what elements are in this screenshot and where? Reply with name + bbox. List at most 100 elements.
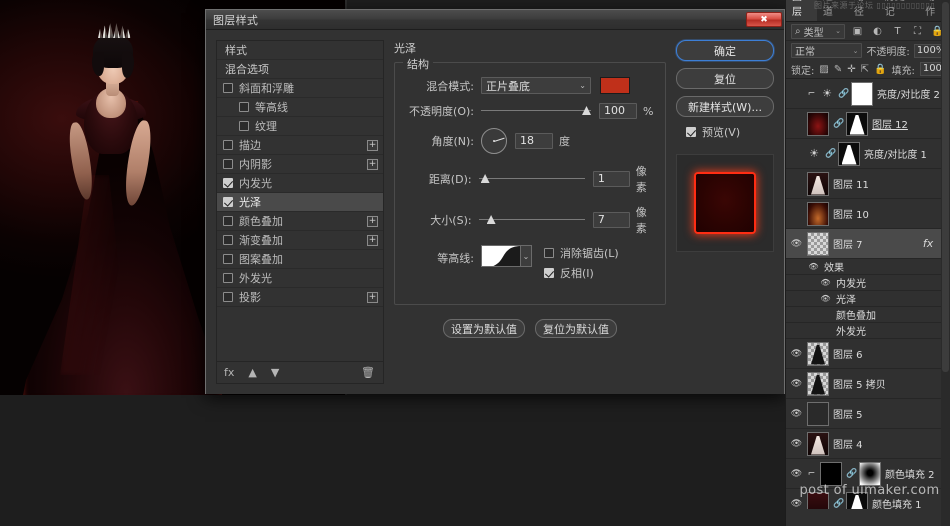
style-item-11[interactable]: 投影 + [217,288,383,307]
styles-list-header[interactable]: 样式 [217,41,383,60]
visibility-toggle-icon[interactable]: 👁 [790,379,803,389]
style-item-checkbox[interactable] [223,235,233,245]
blending-options-item[interactable]: 混合选项 [217,60,383,79]
ok-button[interactable]: 确定 [676,40,774,61]
layer-thumbnail[interactable] [807,231,829,256]
layer-thumbnail[interactable] [820,461,842,486]
reset-button[interactable]: 复位 [676,68,774,89]
layer-row[interactable]: 👁 图层 6 [786,339,950,369]
visibility-toggle-icon[interactable]: 👁 [790,239,803,249]
opacity-slider[interactable] [481,104,591,118]
visibility-toggle-icon[interactable]: 👁 [790,469,803,479]
dialog-titlebar[interactable]: 图层样式 ✖ [206,10,784,30]
lock-transparency-icon[interactable]: ▨ [819,62,828,76]
layer-name[interactable]: 图层 10 [833,206,946,221]
layer-name[interactable]: 亮度/对比度 1 [864,146,946,161]
layer-name[interactable]: 颜色填充 1 [872,496,946,509]
layer-row[interactable]: 图层 11 [786,169,950,199]
size-slider[interactable] [478,213,585,227]
layer-row[interactable]: 图层 10 [786,199,950,229]
fx-icon[interactable]: fx [224,366,234,379]
add-effect-icon[interactable]: + [367,216,378,227]
layer-name[interactable]: 图层 12 [872,116,946,131]
link-icon[interactable]: 🔗 [833,119,844,129]
layer-thumbnail[interactable] [807,401,829,426]
layer-blend-mode-select[interactable]: 正常 ⌄ [791,43,863,58]
layer-row[interactable]: ⌐ ☀ 🔗 亮度/对比度 2 [786,79,950,109]
move-down-icon[interactable]: ▼ [271,366,279,379]
shape-filter-icon[interactable]: ⛶ [910,24,925,38]
style-item-checkbox[interactable] [239,102,249,112]
blend-mode-select[interactable]: 正片叠底 ⌄ [481,77,591,94]
text-filter-icon[interactable]: T [890,24,905,38]
image-filter-icon[interactable]: ▣ [850,24,865,38]
style-item-1[interactable]: 等高线 [217,98,383,117]
style-item-checkbox[interactable] [223,159,233,169]
visibility-toggle-icon[interactable]: 👁 [790,349,803,359]
style-item-3[interactable]: 描边 + [217,136,383,155]
layer-name[interactable]: 亮度/对比度 2 [877,86,946,101]
layer-thumbnail[interactable] [807,171,829,196]
visibility-toggle-icon[interactable]: 👁 [790,409,803,419]
angle-input[interactable]: 18 [515,133,553,149]
visibility-toggle-icon[interactable]: 👁 [790,499,803,509]
move-up-icon[interactable]: ▲ [248,366,256,379]
style-item-checkbox[interactable] [239,121,249,131]
layer-row[interactable]: 👁 图层 5 拷贝 [786,369,950,399]
preview-row[interactable]: 预览(V) [686,124,776,140]
style-item-7[interactable]: 颜色叠加 + [217,212,383,231]
style-item-checkbox[interactable] [223,292,233,302]
layer-name[interactable]: 图层 6 [833,346,946,361]
style-item-checkbox[interactable] [223,178,233,188]
tab-0[interactable]: 图层 [786,0,817,21]
layer-row[interactable]: 👁 图层 5 [786,399,950,429]
layer-row[interactable]: 👁图层 7fx⌃ [786,229,950,259]
layer-thumbnail[interactable] [807,431,829,456]
layer-mask-thumbnail[interactable] [859,461,881,486]
layer-mask-thumbnail[interactable] [846,111,868,136]
style-item-checkbox[interactable] [223,197,233,207]
effect-row[interactable]: 👁 光泽 [786,291,950,307]
lock-artboard-icon[interactable]: ⇱ [861,62,869,76]
style-item-8[interactable]: 渐变叠加 + [217,231,383,250]
visibility-toggle-icon[interactable]: 👁 [790,439,803,449]
link-icon[interactable]: 🔗 [838,89,849,99]
style-item-checkbox[interactable] [223,83,233,93]
canvas-scrollbar-track[interactable] [941,0,950,526]
link-icon[interactable]: 🔗 [825,149,836,159]
layer-thumbnail[interactable] [807,341,829,366]
style-item-10[interactable]: 外发光 [217,269,383,288]
layer-row[interactable]: ☀ 🔗 亮度/对比度 1 [786,139,950,169]
canvas-scrollbar-thumb[interactable] [942,2,949,372]
effect-row[interactable]: 颜色叠加 [786,307,950,323]
filter-type-select[interactable]: ⌕ 类型 ⌄ [791,23,845,39]
style-item-checkbox[interactable] [223,140,233,150]
link-icon[interactable]: 🔗 [846,469,857,479]
preview-checkbox[interactable] [686,127,696,137]
effect-row[interactable]: 👁 内发光 [786,275,950,291]
style-item-checkbox[interactable] [223,254,233,264]
layer-row[interactable]: 👁 图层 4 [786,429,950,459]
style-item-0[interactable]: 斜面和浮雕 [217,79,383,98]
contour-preview[interactable] [481,245,521,267]
layer-thumbnail[interactable] [807,371,829,396]
add-effect-icon[interactable]: + [367,159,378,170]
distance-slider[interactable] [478,172,585,186]
layer-mask-thumbnail[interactable] [851,81,873,106]
contour-dropdown-icon[interactable]: ⌄ [521,245,532,267]
style-item-6[interactable]: 光泽 [217,193,383,212]
layer-thumbnail[interactable] [807,201,829,226]
close-icon[interactable]: ✖ [746,12,782,27]
lock-image-icon[interactable]: ✎ [834,62,842,76]
invert-row[interactable]: 反相(I) [544,265,619,281]
style-item-5[interactable]: 内发光 [217,174,383,193]
color-swatch[interactable] [600,77,630,94]
invert-checkbox[interactable] [544,268,554,278]
layer-row[interactable]: 👁 🔗 颜色填充 1 [786,489,950,509]
lock-all-icon[interactable]: 🔒 [874,62,886,76]
layer-mask-thumbnail[interactable] [838,141,860,166]
style-item-9[interactable]: 图案叠加 [217,250,383,269]
layer-name[interactable]: 图层 4 [833,436,946,451]
visibility-toggle-icon[interactable]: 👁 [808,262,819,271]
add-effect-icon[interactable]: + [367,140,378,151]
